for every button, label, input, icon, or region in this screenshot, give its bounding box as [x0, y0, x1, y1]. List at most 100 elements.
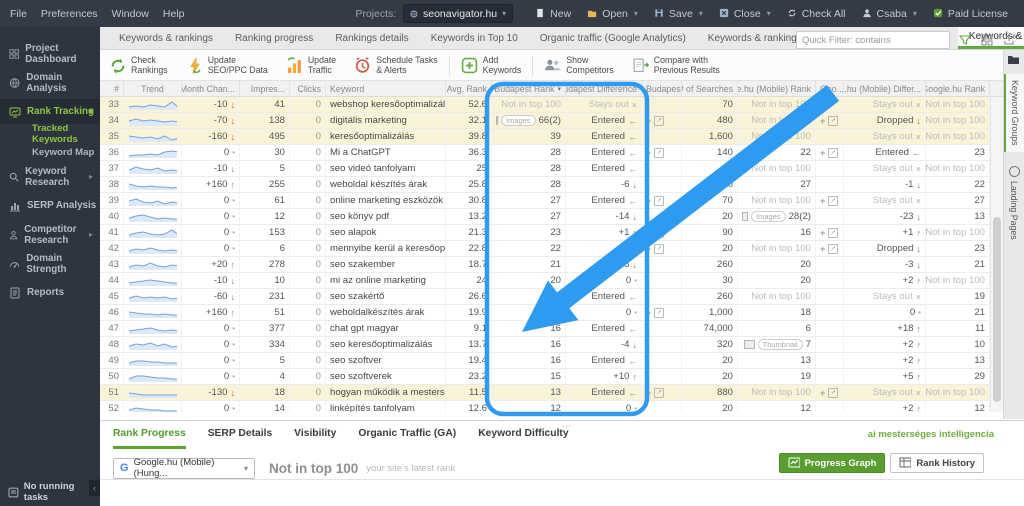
- side-tab-landing-pages[interactable]: Landing Pages: [1004, 160, 1024, 246]
- menu-help[interactable]: Help: [163, 8, 185, 20]
- table-row[interactable]: 470•3770chat gpt magyar9.116Entered←74,0…: [100, 321, 1003, 337]
- tab-ranking-progress[interactable]: Ranking progress: [224, 27, 324, 49]
- table-row[interactable]: 38+160↑2550weboldal készítés árak25.828-…: [100, 177, 1003, 193]
- quick-filter-input[interactable]: [796, 31, 950, 49]
- table-row[interactable]: 33-10↓410webshop keresőoptimalizálás52.6…: [100, 97, 1003, 113]
- detail-tab-rank-progress[interactable]: Rank Progress: [113, 428, 186, 449]
- sidebar-item-domain-analysis[interactable]: Domain Analysis: [0, 70, 100, 95]
- save-button[interactable]: Save▾: [646, 0, 711, 27]
- table-row[interactable]: 45-60↓2310seo szakértő26.620Entered←260N…: [100, 289, 1003, 305]
- column-header-avg-rank[interactable]: Avg. Rank: [446, 81, 492, 96]
- open-serp-icon[interactable]: ↗: [828, 148, 838, 158]
- table-row[interactable]: 500•40seo szoftverek23.215+10↑2019+5↑29: [100, 369, 1003, 385]
- compare-with-previous-results-button[interactable]: Compare withPrevious Results: [623, 52, 729, 80]
- column-header-google-hu-mobile-differ[interactable]: Google.hu (Mobile) Differ...: [844, 81, 926, 96]
- open-serp-icon[interactable]: ↗: [654, 244, 664, 254]
- csaba-button[interactable]: Csaba▾: [854, 0, 925, 27]
- table-row[interactable]: 35-160↓4950keresőoptimalizálás39.839Ente…: [100, 129, 1003, 145]
- table-row[interactable]: 390•610online marketing eszközök30.827En…: [100, 193, 1003, 209]
- check-rankings-button[interactable]: CheckRankings: [100, 52, 177, 80]
- open-serp-icon[interactable]: ↗: [828, 116, 838, 126]
- add-icon[interactable]: +: [646, 244, 651, 254]
- sidebar-item-project-dashboard[interactable]: Project Dashboard: [0, 41, 100, 66]
- table-row[interactable]: 34-70↓1380digitális marketing32.1Images6…: [100, 113, 1003, 129]
- project-select[interactable]: seonavigator.hu ▾: [403, 4, 513, 23]
- folder-icon[interactable]: [1007, 54, 1020, 68]
- tab-organic-traffic-google-analytics[interactable]: Organic traffic (Google Analytics): [529, 27, 697, 49]
- sidebar-item-rank-tracking[interactable]: Rank Tracking▾: [0, 99, 100, 124]
- add-icon[interactable]: +: [646, 388, 651, 398]
- columns-grid-icon[interactable]: [980, 33, 994, 47]
- open-serp-icon[interactable]: ↗: [828, 388, 838, 398]
- add-keywords-button[interactable]: AddKeywords: [452, 52, 531, 80]
- schedule-tasks-alerts-button[interactable]: Schedule Tasks& Alerts: [345, 52, 446, 80]
- side-tab-keyword-groups[interactable]: Keyword Groups: [1004, 74, 1024, 152]
- paid-license-button[interactable]: Paid License: [925, 0, 1016, 27]
- column-header-google-hu-mobile-rank[interactable]: Google.hu (Mobile) Rank: [738, 81, 816, 96]
- table-row[interactable]: 360•300Mi a ChatGPT36.328Entered←+↗14022…: [100, 145, 1003, 161]
- table-row[interactable]: 44-10↓100mi az online marketing24200•302…: [100, 273, 1003, 289]
- add-icon[interactable]: +: [820, 388, 825, 398]
- open-serp-icon[interactable]: ↗: [654, 196, 664, 206]
- new-button[interactable]: New: [527, 0, 579, 27]
- add-icon[interactable]: +: [646, 116, 651, 126]
- table-row[interactable]: 410•1530seo alapok21.323+1↑+↗9016+↗+1↑No…: [100, 225, 1003, 241]
- detail-tab-organic-traffic-ga[interactable]: Organic Traffic (GA): [358, 428, 456, 449]
- table-row[interactable]: 37-10↓50seo videó tanfolyam2528Entered←3…: [100, 161, 1003, 177]
- add-icon[interactable]: +: [820, 148, 825, 158]
- detail-tab-keyword-difficulty[interactable]: Keyword Difficulty: [478, 428, 568, 449]
- filter-funnel-icon[interactable]: [958, 33, 972, 47]
- sidebar-collapse-handle[interactable]: ‹: [89, 480, 100, 496]
- open-serp-icon[interactable]: ↗: [654, 148, 664, 158]
- update-seo-ppc-data-button[interactable]: UpdateSEO/PPC Data: [177, 52, 277, 80]
- column-header-3-month-chan[interactable]: 3-Month Chan...: [182, 81, 240, 96]
- add-icon[interactable]: +: [820, 244, 825, 254]
- open-button[interactable]: Open▾: [579, 0, 646, 27]
- table-row[interactable]: 490•50seo szoftver19.416Entered←2013+2↑1…: [100, 353, 1003, 369]
- menu-preferences[interactable]: Preferences: [41, 8, 98, 20]
- open-serp-icon[interactable]: ↗: [654, 228, 664, 238]
- search-engine-select[interactable]: G Google.hu (Mobile) (Hung... ▾: [113, 458, 255, 479]
- export-icon[interactable]: [1002, 33, 1016, 47]
- open-serp-icon[interactable]: ↗: [828, 196, 838, 206]
- tab-rankings-details[interactable]: Rankings details: [324, 27, 419, 49]
- sidebar-item-tracked-keywords[interactable]: Tracked Keywords: [0, 126, 100, 142]
- table-row[interactable]: 51-130↓180hogyan működik a mesterséges11…: [100, 385, 1003, 401]
- sidebar-item-domain-strength[interactable]: Domain Strength: [0, 251, 100, 276]
- table-row[interactable]: 43+20↑2780seo szakember18.721-5↓26020-3↓…: [100, 257, 1003, 273]
- panel-resize-grip[interactable]: ⋯: [562, 421, 572, 432]
- detail-tab-visibility[interactable]: Visibility: [294, 428, 336, 449]
- sidebar-item-keyword-map[interactable]: Keyword Map: [0, 144, 100, 160]
- vertical-scrollbar-thumb[interactable]: [993, 217, 1001, 402]
- table-row[interactable]: 520•140linképítés tanfolyam12.6120•2012+…: [100, 401, 1003, 412]
- open-serp-icon[interactable]: ↗: [654, 308, 664, 318]
- show-competitors-button[interactable]: ShowCompetitors: [535, 52, 622, 80]
- column-header-budapest-aio[interactable]: Budapest AIO: [642, 81, 682, 96]
- check-all-button[interactable]: Check All: [779, 0, 854, 27]
- column-header-keyword[interactable]: Keyword: [326, 81, 446, 96]
- open-serp-icon[interactable]: ↗: [828, 244, 838, 254]
- table-row[interactable]: 400•120seo könyv pdf13.227-14↓20Images28…: [100, 209, 1003, 225]
- open-serp-icon[interactable]: ↗: [654, 388, 664, 398]
- sidebar-item-serp-analysis[interactable]: SERP Analysis: [0, 193, 100, 218]
- column-header-budapest-difference[interactable]: Budapest Difference: [566, 81, 642, 96]
- column-header-goo[interactable]: Goo...: [816, 81, 844, 96]
- add-icon[interactable]: +: [646, 148, 651, 158]
- add-icon[interactable]: +: [646, 228, 651, 238]
- column-header-trend[interactable]: Trend: [124, 81, 182, 96]
- menu-file[interactable]: File: [10, 8, 27, 20]
- add-icon[interactable]: +: [646, 196, 651, 206]
- menu-window[interactable]: Window: [112, 8, 149, 20]
- open-serp-icon[interactable]: ↗: [828, 228, 838, 238]
- column-header-budapest-rank[interactable]: Budapest Rank▾: [492, 81, 566, 96]
- column-header-of-searches[interactable]: # of Searches: [682, 81, 738, 96]
- open-serp-icon[interactable]: ↗: [654, 116, 664, 126]
- table-row[interactable]: 420•60mennyibe kerül a keresőoptima22.82…: [100, 241, 1003, 257]
- column-header-impres[interactable]: Impres...: [240, 81, 290, 96]
- table-row[interactable]: 480•3340seo keresőoptimalizálás13.716-4↓…: [100, 337, 1003, 353]
- sidebar-item-competitor-research[interactable]: Competitor Research▸: [0, 222, 100, 247]
- table-row[interactable]: 46+160↑510weboldalkészítés árak19.9170•+…: [100, 305, 1003, 321]
- vertical-scrollbar[interactable]: [990, 97, 1003, 412]
- progress-graph-button[interactable]: Progress Graph: [779, 453, 886, 473]
- update-traffic-button[interactable]: UpdateTraffic: [277, 52, 345, 80]
